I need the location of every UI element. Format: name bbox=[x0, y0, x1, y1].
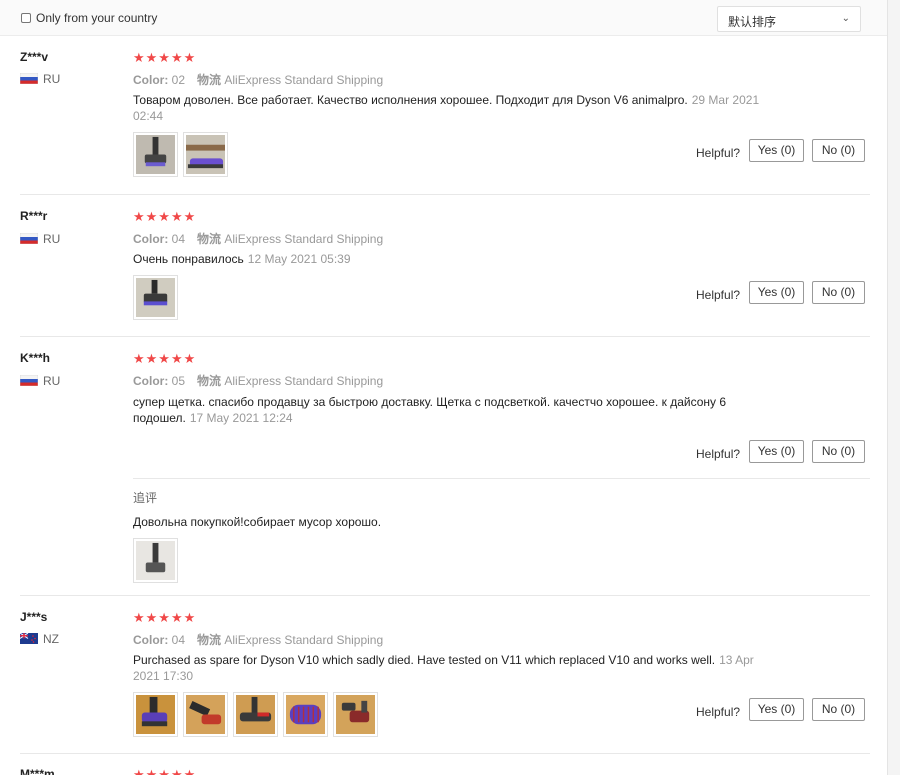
helpful-label: Helpful? bbox=[696, 146, 741, 160]
sort-value: 默认排序 bbox=[728, 15, 777, 29]
reviewer-country: RU bbox=[20, 232, 60, 246]
review-meta: Color: 04 物流 AliExpress Standard Shipping bbox=[133, 230, 383, 247]
reviewer-country: NZ bbox=[20, 632, 59, 646]
divider bbox=[20, 753, 870, 754]
followup-title: 追评 bbox=[133, 491, 158, 505]
color-value: 05 bbox=[171, 374, 186, 388]
shipping-value: AliExpress Standard Shipping bbox=[224, 374, 384, 388]
followup-photos bbox=[133, 538, 178, 583]
review-body: Очень понравилось bbox=[133, 252, 244, 266]
color-label: Color: bbox=[133, 374, 169, 388]
review-body: Товаром доволен. Все работает. Качество … bbox=[133, 93, 688, 107]
review-meta: Color: 04 物流 AliExpress Standard Shipping bbox=[133, 631, 383, 648]
divider bbox=[20, 595, 870, 596]
scrollbar[interactable] bbox=[888, 0, 900, 775]
reviewer-name: K***h bbox=[20, 351, 51, 365]
color-label: Color: bbox=[133, 633, 169, 647]
color-label: Color: bbox=[133, 232, 169, 246]
helpful-yes-button[interactable]: Yes (0) bbox=[749, 440, 804, 463]
reviewer-country: RU bbox=[20, 374, 60, 388]
reviewer-name: M***m bbox=[20, 767, 55, 775]
country-code: RU bbox=[43, 232, 61, 246]
review-photos bbox=[133, 275, 178, 320]
followup-text: Довольна покупкой!собирает мусор хорошо. bbox=[133, 515, 382, 529]
chevron-down-icon: ⌄ bbox=[841, 13, 850, 24]
helpful-yes-button[interactable]: Yes (0) bbox=[749, 698, 804, 721]
review-date: 17 May 2021 12:24 bbox=[189, 411, 293, 425]
shipping-label: 物流 bbox=[197, 374, 222, 388]
helpful-label: Helpful? bbox=[696, 447, 741, 461]
review-text: Товаром доволен. Все работает. Качество … bbox=[133, 92, 783, 124]
star-rating: ★★★★★ bbox=[133, 351, 197, 366]
review-photos bbox=[133, 132, 228, 177]
shipping-label: 物流 bbox=[197, 73, 222, 87]
star-rating: ★★★★★ bbox=[133, 209, 197, 224]
helpful-no-button[interactable]: No (0) bbox=[812, 139, 865, 162]
star-rating: ★★★★★ bbox=[133, 50, 197, 65]
new-zealand-flag-icon bbox=[20, 633, 38, 644]
review-photo[interactable] bbox=[183, 692, 228, 737]
review-photos bbox=[133, 692, 378, 737]
review-body: Purchased as spare for Dyson V10 which s… bbox=[133, 653, 716, 667]
reviews-panel: Only from your country 默认排序 ⌄ Z***v RU ★… bbox=[0, 0, 888, 775]
star-rating: ★★★★★ bbox=[133, 610, 197, 625]
russia-flag-icon bbox=[20, 375, 38, 386]
review-photo[interactable] bbox=[133, 538, 178, 583]
review-photo[interactable] bbox=[233, 692, 278, 737]
helpful-label: Helpful? bbox=[696, 288, 741, 302]
review-photo[interactable] bbox=[133, 132, 178, 177]
sort-select[interactable]: 默认排序 ⌄ bbox=[717, 6, 861, 32]
review-photo[interactable] bbox=[133, 692, 178, 737]
helpful-yes-button[interactable]: Yes (0) bbox=[749, 139, 804, 162]
review-text: супер щетка. спасибо продавцу за быстрою… bbox=[133, 394, 783, 426]
review-text: Purchased as spare for Dyson V10 which s… bbox=[133, 652, 783, 684]
filter-bar: Only from your country 默认排序 ⌄ bbox=[0, 0, 887, 36]
divider bbox=[20, 336, 870, 337]
shipping-value: AliExpress Standard Shipping bbox=[224, 232, 384, 246]
shipping-value: AliExpress Standard Shipping bbox=[224, 633, 384, 647]
country-code: RU bbox=[43, 72, 61, 86]
review-photo[interactable] bbox=[133, 275, 178, 320]
review-meta: Color: 05 物流 AliExpress Standard Shipping bbox=[133, 372, 383, 389]
russia-flag-icon bbox=[20, 73, 38, 84]
color-value: 04 bbox=[171, 232, 186, 246]
reviewer-country: RU bbox=[20, 72, 60, 86]
only-country-label[interactable]: Only from your country bbox=[36, 11, 157, 25]
helpful-no-button[interactable]: No (0) bbox=[812, 698, 865, 721]
reviewer-name: J***s bbox=[20, 610, 48, 624]
reviewer-name: Z***v bbox=[20, 50, 49, 64]
color-value: 04 bbox=[171, 633, 186, 647]
review-meta: Color: 02 物流 AliExpress Standard Shipping bbox=[133, 71, 383, 88]
followup-divider bbox=[133, 478, 870, 479]
only-country-checkbox[interactable] bbox=[21, 13, 31, 23]
helpful-label: Helpful? bbox=[696, 705, 741, 719]
country-code: RU bbox=[43, 374, 61, 388]
helpful-no-button[interactable]: No (0) bbox=[812, 281, 865, 304]
review-text: Очень понравилось 12 May 2021 05:39 bbox=[133, 251, 783, 267]
reviewer-name: R***r bbox=[20, 209, 48, 223]
divider bbox=[20, 194, 870, 195]
review-photo[interactable] bbox=[333, 692, 378, 737]
review-date: 12 May 2021 05:39 bbox=[247, 252, 351, 266]
helpful-yes-button[interactable]: Yes (0) bbox=[749, 281, 804, 304]
shipping-value: AliExpress Standard Shipping bbox=[224, 73, 384, 87]
russia-flag-icon bbox=[20, 233, 38, 244]
color-label: Color: bbox=[133, 73, 169, 87]
helpful-no-button[interactable]: No (0) bbox=[812, 440, 865, 463]
shipping-label: 物流 bbox=[197, 633, 222, 647]
review-photo[interactable] bbox=[183, 132, 228, 177]
country-code: NZ bbox=[43, 632, 59, 646]
color-value: 02 bbox=[171, 73, 186, 87]
review-photo[interactable] bbox=[283, 692, 328, 737]
star-rating: ★★★★★ bbox=[133, 767, 197, 775]
shipping-label: 物流 bbox=[197, 232, 222, 246]
